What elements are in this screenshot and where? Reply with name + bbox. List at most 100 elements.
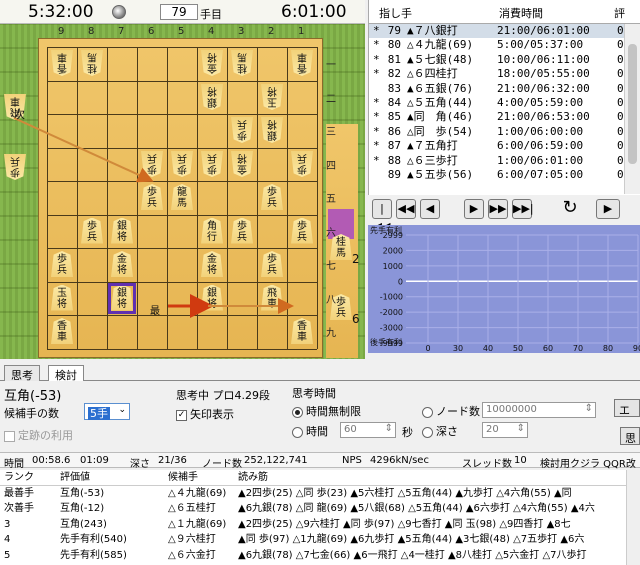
unlimited-radio[interactable]: 時間無制限 — [292, 403, 361, 419]
board-piece[interactable]: 香 車 — [291, 318, 313, 344]
shogi-board[interactable]: 香 車桂 馬金 将桂 馬香 車銀 将玉 将歩 兵銀 将歩 兵歩 兵歩 兵金 将歩… — [38, 38, 323, 358]
file-label: 5 — [178, 26, 185, 37]
think-button[interactable]: 思考 — [620, 427, 640, 445]
move-row[interactable]: * 88 △６三歩打 1:00/06:01:00 0 — [369, 154, 640, 168]
board-piece[interactable]: 桂 馬 — [231, 50, 253, 76]
move-list-scrollbar[interactable] — [624, 24, 640, 194]
board-piece[interactable]: 飛 車 — [261, 284, 283, 311]
gote-stand-piece[interactable]: 歩 兵 — [4, 154, 26, 180]
board-piece[interactable]: 金 将 — [201, 50, 223, 76]
time-radio[interactable]: 時間 — [292, 423, 328, 439]
prev10-button[interactable]: ◀◀ — [396, 199, 416, 219]
candidate-row[interactable]: 5 先手有利(585) △６六金打 ▲6九銀(78) △7七金(66) ▲6一飛打 △… — [0, 548, 640, 564]
move-number-field[interactable]: 79 — [160, 4, 198, 20]
move-row[interactable]: * 81 ▲５七銀(48) 10:00/06:11:00 0 — [369, 53, 640, 67]
move-row[interactable]: 83 ▲６五銀(76) 21:00/06:32:00 0 — [369, 82, 640, 96]
board-piece[interactable]: 金 将 — [201, 251, 223, 277]
board-piece[interactable]: 歩 兵 — [261, 184, 283, 210]
move-no: 81 — [387, 52, 401, 66]
board-piece[interactable]: 角 行 — [201, 217, 223, 244]
show-arrow-checkbox[interactable]: ✓ 矢印表示 — [176, 406, 234, 422]
chevron-down-icon: ⌄ — [118, 405, 126, 415]
move-list-body[interactable]: * 79 ▲７八銀打 21:00/06:01:00 0 * 80 △４九龍(69) 5:00/0… — [369, 24, 640, 182]
candidate-row[interactable]: 4 先手有利(540) △９六桂打 ▲同 歩(97) △1九龍(69) ▲6九歩打 ▲… — [0, 532, 640, 548]
board-piece[interactable]: 玉 将 — [51, 284, 73, 311]
move-no: 86 — [387, 124, 401, 138]
num-candidates-select[interactable]: 5手 ⌄ — [84, 403, 130, 420]
grid-line — [47, 181, 317, 182]
board-piece[interactable]: 玉 将 — [261, 84, 283, 110]
board-piece[interactable]: 歩 兵 — [81, 217, 103, 244]
board-piece[interactable]: 歩 兵 — [231, 217, 253, 244]
move-row[interactable]: * 85 ▲同 角(46) 21:00/06:53:00 0 — [369, 110, 640, 124]
board-piece[interactable]: 金 将 — [231, 151, 253, 177]
board-piece[interactable]: 桂 馬 — [81, 50, 103, 76]
refresh-button[interactable]: ↻ — [560, 199, 580, 219]
status-threads-value: 10 — [514, 455, 527, 466]
move-list-panel[interactable]: 指し手 消費時間 評 * 79 ▲７八銀打 21:00/06:01:00 0 * 80 △４九… — [368, 0, 640, 195]
fixed-use-checkbox[interactable]: 定跡の利用 — [4, 427, 73, 443]
depth-input[interactable]: 20 ⇕ — [482, 422, 528, 438]
move-row[interactable]: * 86 △同 歩(54) 1:00/06:00:00 0 — [369, 125, 640, 139]
candidates-scrollbar[interactable] — [626, 470, 640, 565]
board-piece[interactable]: 龍 馬 — [171, 184, 193, 210]
board-piece[interactable]: 歩 兵 — [51, 251, 73, 277]
node-count-input[interactable]: 10000000 ⇕ — [482, 402, 596, 418]
navigation-bar: |◀◀◀◀◀▶▶▶▶▶|↻▶ — [368, 196, 640, 233]
board-piece[interactable]: 歩 兵 — [231, 117, 253, 143]
engine-button[interactable]: エン — [614, 399, 640, 417]
time-input[interactable]: 60 ⇕ — [340, 422, 396, 438]
next-button[interactable]: ▶ — [464, 199, 484, 219]
fixed-use-check-icon — [4, 430, 15, 442]
board-area: 飛 車歩 兵 桂 馬2歩 兵6 香 車桂 馬金 将桂 馬香 車銀 将玉 将歩 兵… — [0, 24, 365, 359]
last-move-button[interactable]: ▶▶| — [512, 199, 534, 219]
board-piece[interactable]: 銀 将 — [111, 284, 133, 311]
board-piece[interactable]: 金 将 — [111, 251, 133, 277]
board-piece[interactable]: 銀 将 — [261, 117, 283, 143]
candidate-row[interactable]: 次善手 互角(-12) △６五桂打 ▲6九銀(78) △同 龍(69) ▲5八銀(68… — [0, 501, 640, 517]
scrollbar-thumb[interactable] — [628, 44, 637, 164]
eval-graph[interactable]: 2999 2000 1000 0 -1000 -2000 -3000 -9999 0 30 40 50… — [368, 225, 640, 353]
board-piece[interactable]: 歩 兵 — [291, 151, 313, 177]
gote-piece-stand[interactable]: 飛 車歩 兵 — [2, 94, 32, 214]
board-piece[interactable]: 銀 将 — [201, 84, 223, 110]
candidate-moves-table[interactable]: ランク 評価値 候補手 読み筋 最善手 互角(-53) △４九龍(69) ▲2四歩(25) △… — [0, 470, 640, 565]
board-piece[interactable]: 歩 兵 — [201, 151, 223, 177]
candidate-pv: ▲6九銀(78) △7七金(66) ▲6一飛打 △4一桂打 ▲8八桂打 △5六金… — [238, 549, 587, 561]
board-piece[interactable]: 銀 将 — [111, 217, 133, 244]
board-piece[interactable]: 香 車 — [51, 318, 73, 344]
board-piece[interactable]: 香 車 — [51, 50, 73, 76]
candidate-row[interactable]: 3 互角(243) △１九龍(69) ▲2四歩(25) △9六桂打 ▲同 歩(97) … — [0, 517, 640, 533]
grid-line — [77, 47, 78, 349]
board-piece[interactable]: 銀 将 — [201, 284, 223, 311]
board-piece[interactable]: 歩 兵 — [141, 184, 163, 210]
board-piece[interactable]: 歩 兵 — [171, 151, 193, 177]
status-time-value: 00:58.6 — [32, 455, 71, 466]
board-piece[interactable]: 歩 兵 — [291, 217, 313, 244]
board-piece[interactable]: 香 車 — [291, 50, 313, 76]
move-eval: 0 — [617, 110, 624, 124]
move-row[interactable]: * 84 △５五角(44) 4:00/05:59:00 0 — [369, 96, 640, 110]
move-row[interactable]: * 82 △６四桂打 18:00/05:55:00 0 — [369, 67, 640, 81]
graph-x-label: 80 — [603, 344, 613, 353]
play-button[interactable]: ▶ — [596, 199, 620, 219]
move-row[interactable]: * 87 ▲７五角打 6:00/06:59:00 0 — [369, 139, 640, 153]
first-move-button[interactable]: |◀◀ — [372, 199, 392, 233]
tab-1[interactable]: 検討 — [48, 365, 84, 382]
node-count-radio[interactable]: ノード数 — [422, 403, 480, 419]
next10-button[interactable]: ▶▶ — [488, 199, 508, 219]
move-time: 21:00/06:32:00 — [497, 81, 590, 95]
candidate-row[interactable]: 最善手 互角(-53) △４九龍(69) ▲2四歩(25) △同 歩(23) ▲5六桂… — [0, 486, 640, 502]
prev-button[interactable]: ◀ — [420, 199, 440, 219]
board-piece[interactable]: 歩 兵 — [261, 251, 283, 277]
depth-radio[interactable]: 深さ — [422, 423, 458, 439]
rank-label: 四 — [326, 160, 336, 172]
gote-stand-piece[interactable]: 飛 車 — [4, 94, 26, 120]
tab-0[interactable]: 思考 — [4, 365, 40, 382]
move-row[interactable]: 89 ▲５五歩(56) 6:00/07:05:00 0 — [369, 168, 640, 182]
move-row[interactable]: * 79 ▲７八銀打 21:00/06:01:00 0 — [369, 24, 640, 39]
board-grid[interactable]: 香 車桂 馬金 将桂 馬香 車銀 将玉 将歩 兵銀 将歩 兵歩 兵歩 兵金 将歩… — [47, 47, 318, 350]
board-piece[interactable]: 歩 兵 — [141, 151, 163, 177]
panel-tabs: 思考 検討 — [0, 365, 640, 382]
move-row[interactable]: * 80 △４九龍(69) 5:00/05:37:00 0 — [369, 38, 640, 52]
